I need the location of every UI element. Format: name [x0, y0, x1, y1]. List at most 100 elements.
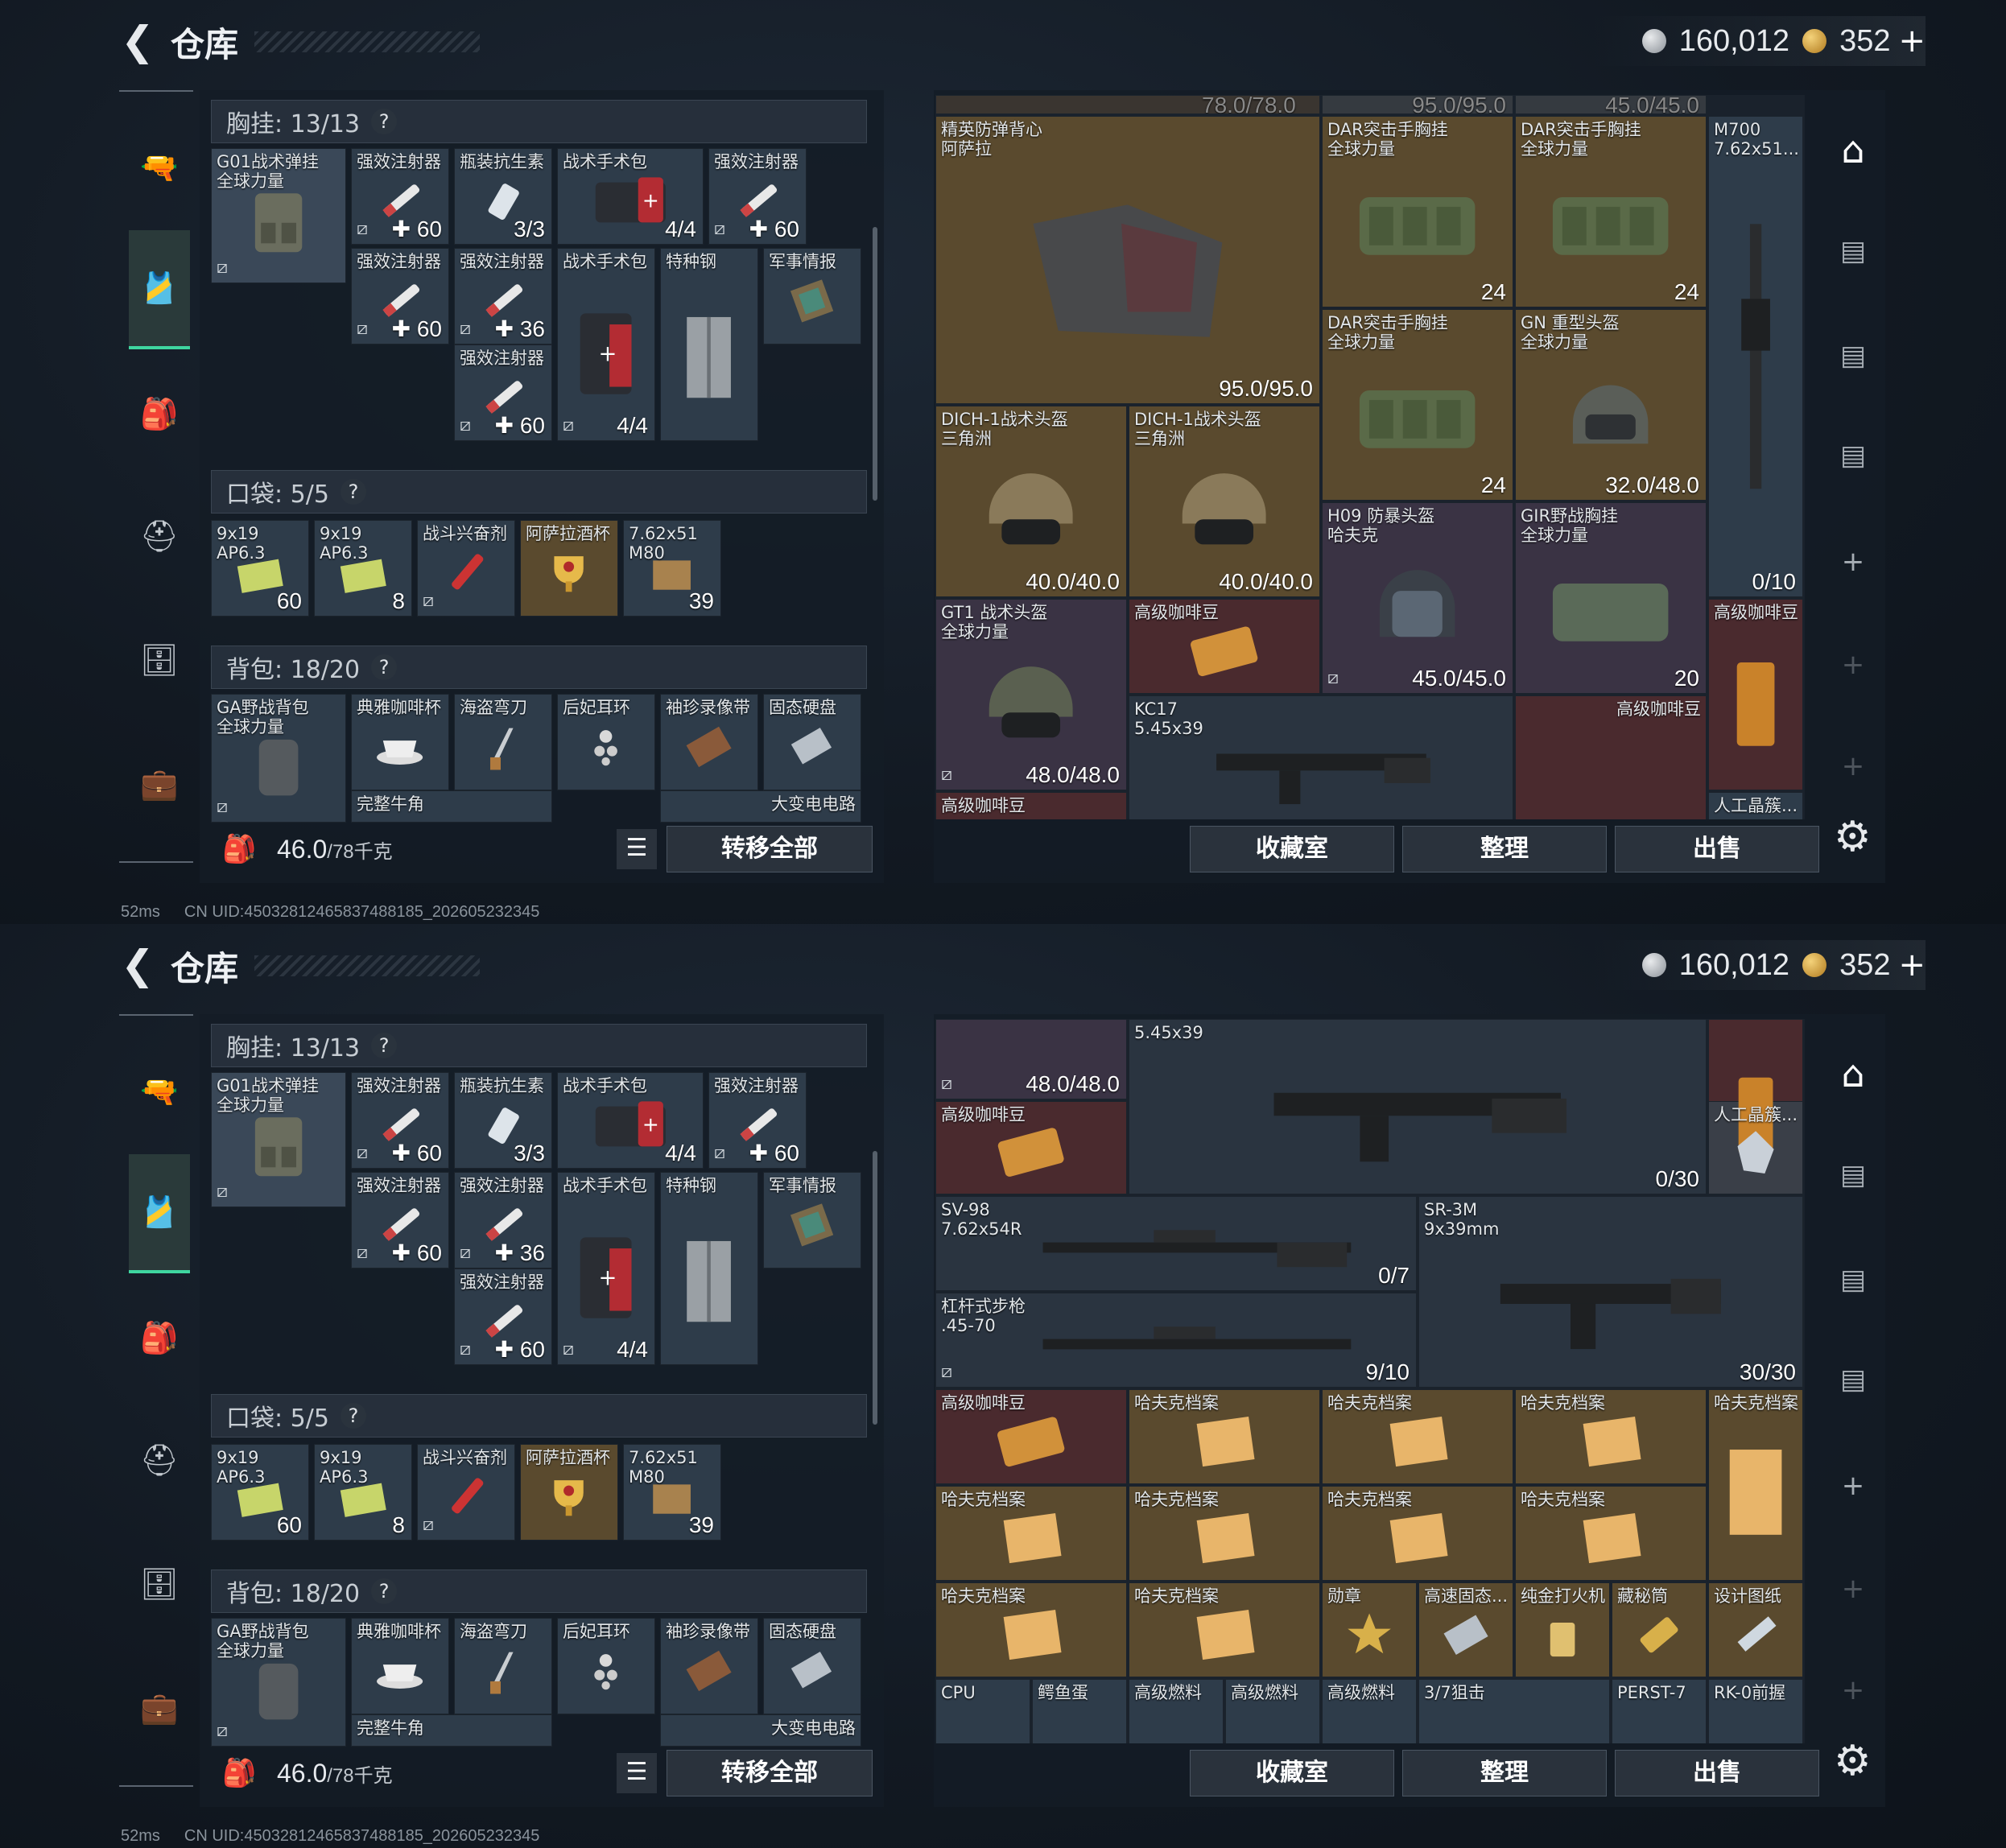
backpack-item[interactable]: 大变电电路	[660, 790, 861, 823]
scrollbar[interactable]	[873, 227, 877, 501]
help-icon[interactable]: ?	[340, 1403, 366, 1429]
settings-gear-icon[interactable]: ⚙	[1834, 1737, 1872, 1785]
backpack-item[interactable]: 完整牛角	[351, 1714, 552, 1747]
add-currency-button[interactable]: +	[1898, 947, 1926, 984]
backpack-item[interactable]: 后妃耳环	[557, 1618, 655, 1714]
chest-item[interactable]: 战术手术包 + ⧄ 4/4	[557, 248, 655, 441]
storage-item[interactable]: H09 防暴头盔 哈夫克 ⧄ 45.0/45.0	[1322, 502, 1513, 694]
chest-item[interactable]: 军事情报	[763, 248, 861, 344]
backpack-item[interactable]: 后妃耳环	[557, 694, 655, 790]
storage-item[interactable]: DICH-1战术头盔 三角洲 40.0/40.0	[1129, 406, 1320, 597]
sort-button[interactable]: 整理	[1402, 826, 1607, 872]
chest-item[interactable]: 瓶装抗生素 3/3	[454, 1072, 552, 1169]
pocket-item[interactable]: 9x19 AP6.3 60	[211, 1444, 309, 1541]
storage-item[interactable]: 高级咖啡豆	[1708, 599, 1803, 790]
storage-item[interactable]: 勋章	[1322, 1582, 1417, 1677]
chest-item[interactable]: 战术手术包 + 4/4	[557, 148, 704, 245]
storage-item[interactable]: 5.45x39 0/30	[1129, 1019, 1707, 1194]
case-category-icon[interactable]: 🗄	[129, 600, 190, 720]
chest-item[interactable]: 强效注射器 ⧄ ✚ 60	[454, 1268, 552, 1365]
storage-item[interactable]: RK-0前握	[1708, 1679, 1803, 1743]
storage-item[interactable]: GIR野战胸挂 全球力量 20	[1515, 502, 1707, 694]
storage-item[interactable]: 95.0/95.0	[1322, 95, 1513, 114]
list-view-icon[interactable]: ☰	[617, 829, 657, 869]
home-storage-icon[interactable]: ⌂	[1829, 1050, 1877, 1098]
storage-item[interactable]: 设计图纸	[1708, 1582, 1803, 1677]
storage-item[interactable]: 纯金打火机	[1515, 1582, 1610, 1677]
chest-item[interactable]: G01战术弹挂 全球力量 ⧄	[211, 1072, 346, 1207]
help-icon[interactable]: ?	[371, 654, 398, 680]
collection-room-button[interactable]: 收藏室	[1190, 826, 1394, 872]
backpack-item[interactable]: 典雅咖啡杯	[351, 694, 449, 790]
sell-button[interactable]: 出售	[1615, 1750, 1819, 1796]
backpack-item[interactable]: 大变电电路	[660, 1714, 861, 1747]
storage-tab-iii-icon[interactable]: ▤	[1829, 431, 1877, 480]
transfer-all-button[interactable]: 转移全部	[667, 826, 873, 872]
chest-item[interactable]: 强效注射器 ⧄ ✚ 60	[351, 148, 449, 245]
storage-item[interactable]: 哈夫克档案	[1129, 1486, 1320, 1581]
chest-item[interactable]: 特种钢	[660, 1172, 758, 1365]
storage-item[interactable]: CPU	[935, 1679, 1030, 1743]
storage-tab-iv-icon[interactable]: ▤	[1829, 227, 1877, 275]
helmet-category-icon[interactable]: ⛑	[129, 476, 190, 596]
storage-tab-ii-icon[interactable]: ▤	[1829, 1256, 1877, 1304]
storage-item[interactable]: 哈夫克档案	[1515, 1389, 1707, 1484]
storage-item[interactable]: 哈夫克档案	[1322, 1389, 1513, 1484]
storage-tab-iii-icon[interactable]: ▤	[1829, 1355, 1877, 1404]
storage-item[interactable]: 高级燃料	[1225, 1679, 1320, 1743]
chest-item[interactable]: 特种钢	[660, 248, 758, 441]
backpack-item[interactable]: 固态硬盘	[763, 1618, 861, 1714]
storage-item[interactable]: 高级燃料	[1322, 1679, 1417, 1743]
backpack-item[interactable]: 典雅咖啡杯	[351, 1618, 449, 1714]
pocket-item[interactable]: 7.62x51 M80 39	[623, 1444, 721, 1541]
storage-item[interactable]: 鳄鱼蛋	[1032, 1679, 1127, 1743]
pocket-item[interactable]: 战斗兴奋剂 ⧄	[417, 1444, 515, 1541]
pocket-item[interactable]: 阿萨拉酒杯	[520, 1444, 618, 1541]
storage-item[interactable]: 哈夫克档案	[1515, 1486, 1707, 1581]
backpack-item[interactable]: 海盗弯刀	[454, 694, 552, 790]
chest-item[interactable]: 战术手术包 + 4/4	[557, 1072, 704, 1169]
storage-item[interactable]: M700 7.62x51... 0/10	[1708, 116, 1803, 597]
storage-item[interactable]: 高速固态...	[1418, 1582, 1513, 1677]
storage-item[interactable]: 高级燃料	[1129, 1679, 1224, 1743]
storage-item[interactable]: 高级咖啡豆	[935, 1101, 1127, 1194]
chest-item[interactable]: 强效注射器 ⧄ ✚ 60	[351, 1172, 449, 1268]
backpack-category-icon[interactable]: 🎒	[129, 1278, 190, 1397]
chest-item[interactable]: 军事情报	[763, 1172, 861, 1268]
chest-item[interactable]: 强效注射器 ⧄ ✚ 60	[454, 344, 552, 441]
sell-button[interactable]: 出售	[1615, 826, 1819, 872]
storage-item[interactable]: 45.0/45.0	[1515, 95, 1707, 114]
storage-item[interactable]: 精英防弹背心 阿萨拉 95.0/95.0	[935, 116, 1320, 404]
storage-item[interactable]: DAR突击手胸挂 全球力量 24	[1515, 116, 1707, 307]
chest-item[interactable]: 强效注射器 ⧄ ✚ 36	[454, 1172, 552, 1268]
chest-rig-category-icon[interactable]: 🎽	[129, 230, 190, 349]
storage-item[interactable]: 杠杆式步枪 .45-70 ⧄ 9/10	[935, 1293, 1417, 1388]
collection-room-button[interactable]: 收藏室	[1190, 1750, 1394, 1796]
backpack-item[interactable]: 完整牛角	[351, 790, 552, 823]
chest-item[interactable]: 强效注射器 ⧄ ✚ 60	[351, 248, 449, 344]
settings-gear-icon[interactable]: ⚙	[1834, 813, 1872, 861]
chest-item[interactable]: 强效注射器 ⧄ ✚ 60	[351, 1072, 449, 1169]
weapon-category-icon[interactable]: 🔫	[129, 1032, 190, 1151]
storage-item[interactable]: DAR突击手胸挂 全球力量 24	[1322, 309, 1513, 501]
back-arrow-icon[interactable]: ❮	[121, 21, 155, 62]
storage-item[interactable]: DICH-1战术头盔 三角洲 40.0/40.0	[935, 406, 1127, 597]
transfer-all-button[interactable]: 转移全部	[667, 1750, 873, 1796]
storage-item[interactable]: 哈夫克档案	[935, 1582, 1127, 1677]
chest-item[interactable]: 瓶装抗生素 3/3	[454, 148, 552, 245]
case-category-icon[interactable]: 🗄	[129, 1524, 190, 1644]
add-storage-icon[interactable]: +	[1829, 538, 1877, 586]
storage-item[interactable]: DAR突击手胸挂 全球力量 24	[1322, 116, 1513, 307]
storage-item[interactable]: 哈夫克档案	[1322, 1486, 1513, 1581]
sort-button[interactable]: 整理	[1402, 1750, 1607, 1796]
chest-item[interactable]: 强效注射器 ⧄ ✚ 60	[708, 1072, 807, 1169]
storage-item[interactable]: 高级咖啡豆	[1129, 599, 1320, 694]
backpack-item[interactable]: 海盗弯刀	[454, 1618, 552, 1714]
add-currency-button[interactable]: +	[1898, 23, 1926, 60]
backpack-item[interactable]: GA野战背包 全球力量 ⧄	[211, 694, 346, 823]
chest-item[interactable]: 强效注射器 ⧄ ✚ 60	[708, 148, 807, 245]
storage-tab-ii-icon[interactable]: ▤	[1829, 332, 1877, 380]
chest-item[interactable]: 战术手术包 + ⧄ 4/4	[557, 1172, 655, 1365]
pocket-item[interactable]: 9x19 AP6.3 60	[211, 520, 309, 617]
weapon-category-icon[interactable]: 🔫	[129, 108, 190, 227]
